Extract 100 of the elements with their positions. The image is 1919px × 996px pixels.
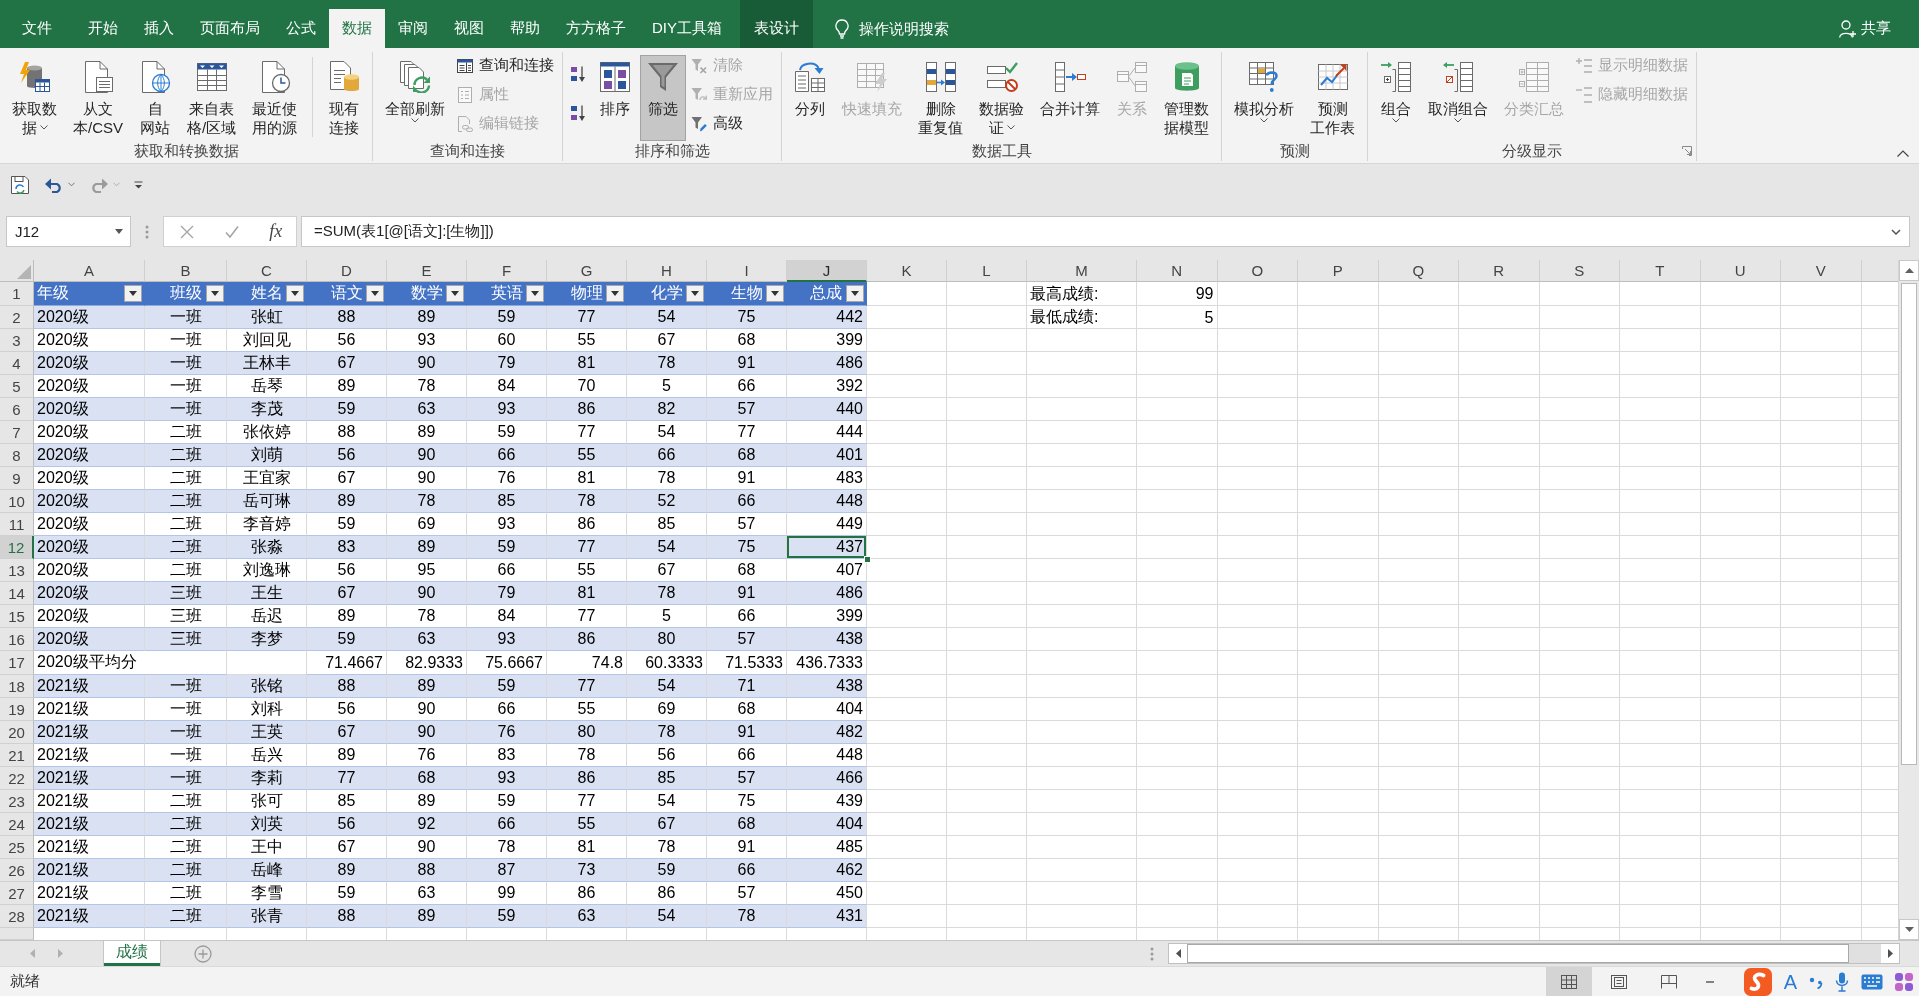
ribbon-button[interactable]: 获取数 据: [5, 55, 64, 141]
column-header[interactable]: O: [1217, 260, 1298, 282]
scroll-left-button[interactable]: [1169, 944, 1187, 963]
zoom-out-icon[interactable]: [1706, 980, 1714, 983]
ribbon-button[interactable]: 分列: [787, 55, 834, 141]
chevron-down-icon[interactable]: [1891, 229, 1901, 235]
column-header[interactable]: U: [1700, 260, 1781, 282]
column-header[interactable]: L: [947, 260, 1027, 282]
row-header[interactable]: 9: [0, 467, 34, 490]
column-header[interactable]: E: [387, 260, 467, 282]
ribbon-button[interactable]: 组合: [1373, 55, 1420, 141]
column-header[interactable]: B: [145, 260, 227, 282]
column-header[interactable]: I: [707, 260, 787, 282]
row-header[interactable]: 17: [0, 651, 34, 675]
scrollbar-thumb[interactable]: [1901, 283, 1917, 765]
column-header[interactable]: R: [1459, 260, 1540, 282]
column-header[interactable]: T: [1620, 260, 1701, 282]
filter-dropdown-button[interactable]: [846, 285, 864, 302]
ribbon-button[interactable]: 最近使 用的源: [245, 55, 305, 141]
row-header[interactable]: 12: [0, 536, 34, 559]
ribbon-button[interactable]: 数据验 证: [972, 55, 1032, 141]
row-header[interactable]: 24: [0, 813, 34, 836]
ribbon-tab[interactable]: 数据: [329, 9, 385, 48]
ribbon-tab[interactable]: 文件: [9, 9, 65, 48]
input-mode-label[interactable]: A: [1783, 970, 1797, 993]
ribbon-button[interactable]: 查询和连接: [453, 51, 559, 80]
horizontal-scrollbar[interactable]: [1168, 943, 1900, 964]
ribbon-button[interactable]: 排序: [592, 55, 639, 141]
filter-dropdown-button[interactable]: [366, 285, 384, 302]
filter-dropdown-button[interactable]: [766, 285, 784, 302]
ribbon-button[interactable]: 删除 重复值: [911, 55, 971, 141]
row-header[interactable]: 18: [0, 675, 34, 698]
scroll-down-button[interactable]: [1899, 919, 1919, 940]
row-header[interactable]: 6: [0, 398, 34, 421]
row-header[interactable]: 16: [0, 628, 34, 651]
share-button[interactable]: 共享: [1833, 9, 1897, 48]
ribbon-button[interactable]: 现有 连接: [321, 55, 368, 141]
column-header[interactable]: A: [34, 260, 145, 282]
row-header[interactable]: 25: [0, 836, 34, 859]
row-header[interactable]: 26: [0, 859, 34, 882]
ribbon-button[interactable]: 预测 工作表: [1303, 55, 1363, 141]
chevron-up-icon[interactable]: [1897, 150, 1909, 157]
column-header[interactable]: P: [1298, 260, 1379, 282]
row-header[interactable]: 23: [0, 790, 34, 813]
ribbon-button[interactable]: 筛选: [640, 55, 687, 141]
four-squares-icon[interactable]: [1895, 972, 1913, 991]
row-header[interactable]: 28: [0, 905, 34, 928]
ribbon-tab[interactable]: DIY工具箱: [639, 9, 735, 48]
caret-icon[interactable]: [115, 229, 123, 234]
row-header[interactable]: 7: [0, 421, 34, 444]
row-header[interactable]: 8: [0, 444, 34, 467]
ribbon-tab[interactable]: 视图: [441, 9, 497, 48]
formula-field[interactable]: =SUM(表1[@[语文]:[生物]]): [301, 216, 1910, 247]
row-header[interactable]: 13: [0, 559, 34, 582]
ribbon-tab[interactable]: 页面布局: [187, 9, 273, 48]
insert-function-button[interactable]: fx: [265, 221, 287, 242]
microphone-icon[interactable]: [1835, 971, 1849, 992]
vertical-scrollbar[interactable]: [1898, 260, 1919, 940]
drag-handle-icon[interactable]: [1150, 946, 1154, 961]
scrollbar-thumb[interactable]: [1187, 944, 1849, 963]
ribbon-tab[interactable]: 插入: [131, 9, 187, 48]
fill-handle[interactable]: [864, 556, 871, 563]
row-header[interactable]: 22: [0, 767, 34, 790]
ribbon-tab[interactable]: 审阅: [385, 9, 441, 48]
corner-arrow-icon[interactable]: [1682, 146, 1693, 156]
name-box[interactable]: J12: [6, 216, 131, 247]
filter-dropdown-button[interactable]: [206, 285, 224, 302]
ribbon-tab[interactable]: 方方格子: [553, 9, 639, 48]
row-header[interactable]: 20: [0, 721, 34, 744]
column-header[interactable]: M: [1027, 260, 1137, 282]
ribbon-button[interactable]: 合并计算: [1033, 55, 1108, 141]
row-header[interactable]: 4: [0, 352, 34, 375]
sheet-tab[interactable]: 成绩: [104, 941, 160, 966]
ribbon-button[interactable]: 自 网站: [132, 55, 178, 141]
row-header[interactable]: 14: [0, 582, 34, 605]
row-header[interactable]: 10: [0, 490, 34, 513]
column-header[interactable]: N: [1137, 260, 1218, 282]
ribbon-button[interactable]: 高级: [687, 109, 778, 138]
row-header[interactable]: 11: [0, 513, 34, 536]
column-header[interactable]: V: [1781, 260, 1862, 282]
column-header[interactable]: Q: [1378, 260, 1459, 282]
row-header[interactable]: 1: [0, 282, 34, 306]
ribbon-button[interactable]: 取消组合: [1421, 55, 1496, 141]
ribbon-button[interactable]: 来自表 格/区域: [180, 55, 244, 141]
worksheet-grid[interactable]: [0, 260, 1898, 940]
drag-handle-icon[interactable]: [145, 225, 149, 239]
column-header[interactable]: J: [787, 260, 867, 282]
filter-dropdown-button[interactable]: [446, 285, 464, 302]
ribbon-button[interactable]: 从文 本/CSV: [66, 55, 130, 141]
ribbon-button[interactable]: 模拟分析: [1227, 55, 1302, 141]
row-header[interactable]: 21: [0, 744, 34, 767]
column-header[interactable]: S: [1539, 260, 1620, 282]
contextual-tab[interactable]: 表设计: [740, 0, 813, 48]
filter-dropdown-button[interactable]: [606, 285, 624, 302]
column-header[interactable]: G: [547, 260, 627, 282]
ribbon-tab[interactable]: 公式: [273, 9, 329, 48]
column-header[interactable]: K: [867, 260, 947, 282]
scroll-right-button[interactable]: [1881, 944, 1899, 963]
column-header[interactable]: C: [227, 260, 307, 282]
filter-dropdown-button[interactable]: [686, 285, 704, 302]
